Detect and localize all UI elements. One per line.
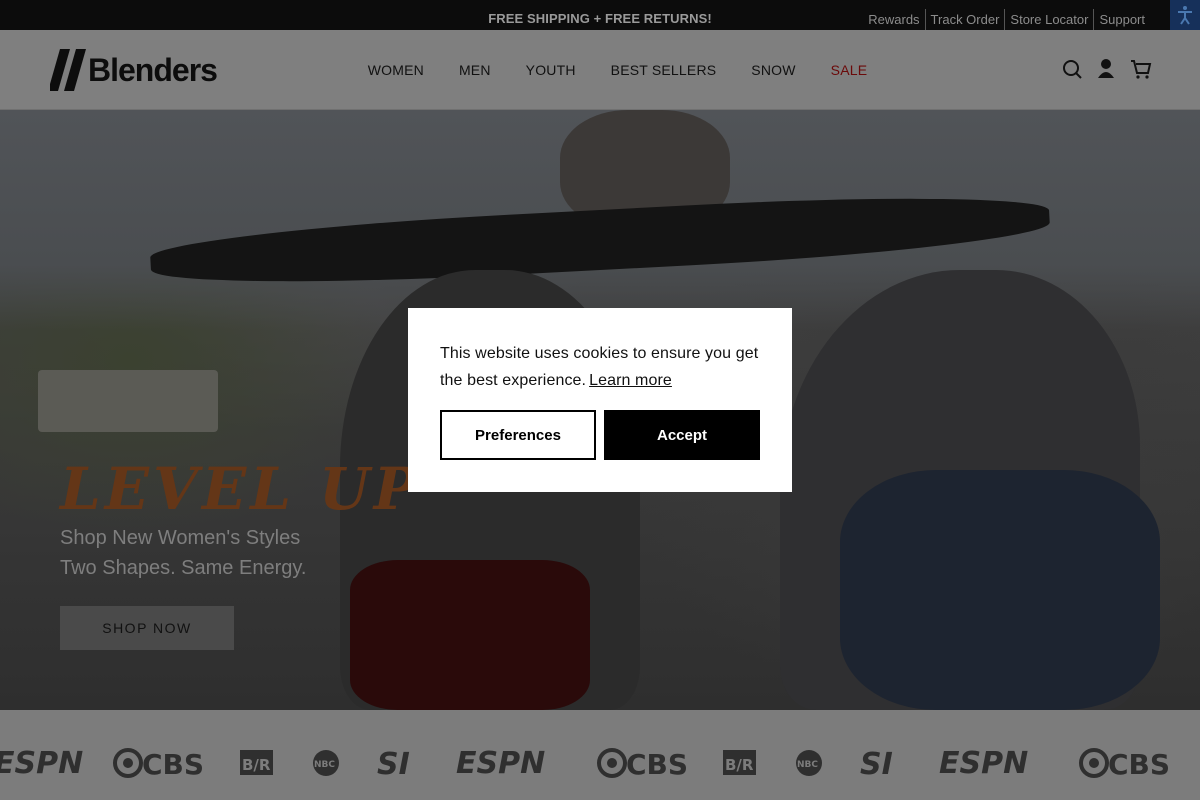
cookie-consent-dialog: This website uses cookies to ensure you … — [408, 308, 792, 492]
cookie-actions: Preferences Accept — [440, 410, 760, 460]
accept-button[interactable]: Accept — [604, 410, 760, 460]
preferences-button[interactable]: Preferences — [440, 410, 596, 460]
cookie-message: This website uses cookies to ensure you … — [440, 340, 760, 394]
learn-more-link[interactable]: Learn more — [589, 372, 672, 389]
